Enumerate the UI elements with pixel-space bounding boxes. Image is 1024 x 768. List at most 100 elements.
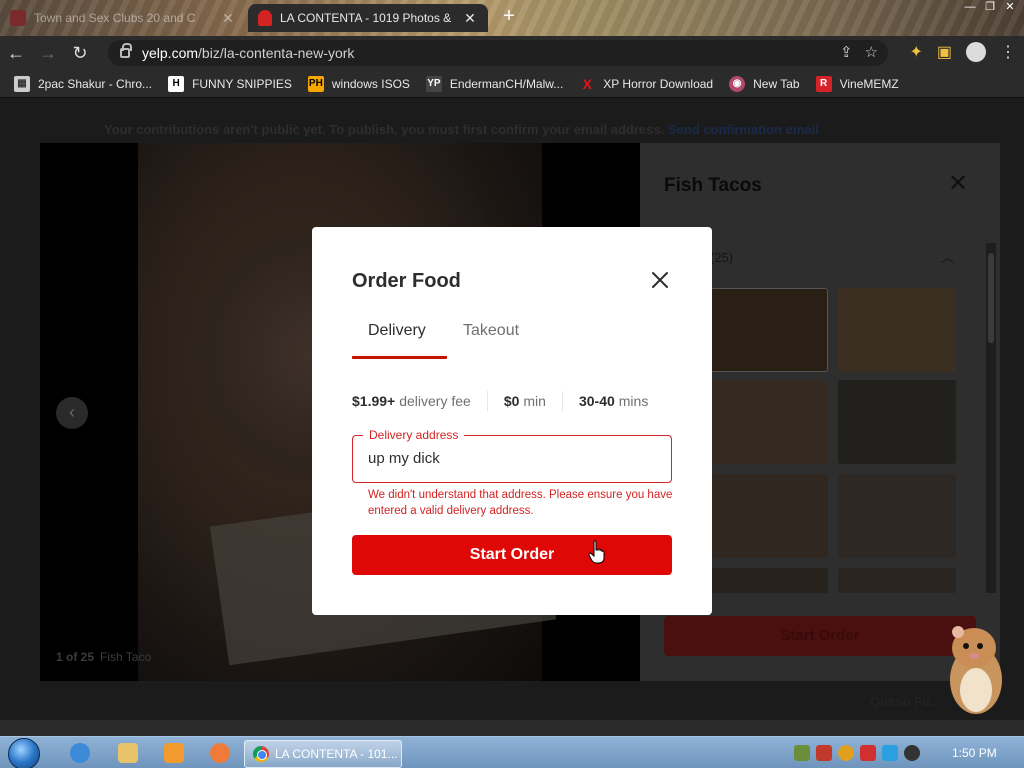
bookmark-label: New Tab xyxy=(753,76,800,91)
photo-counter: 1 of 25 Fish Taco xyxy=(56,650,152,664)
photo-thumbnail[interactable] xyxy=(838,288,956,372)
window-controls: — ❐ ✕ xyxy=(960,0,1020,16)
photo-thumbnail[interactable] xyxy=(710,380,828,464)
photo-count: (25) xyxy=(710,250,734,265)
start-order-button[interactable]: Start Order xyxy=(352,535,672,575)
tray-monitor-icon[interactable] xyxy=(882,745,898,761)
chevron-up-icon[interactable]: ︿ xyxy=(941,247,954,266)
horizontal-scrollbar[interactable] xyxy=(0,720,1024,736)
close-tab-icon[interactable]: ✕ xyxy=(462,10,478,27)
browser-tab-inactive[interactable]: Town and Sex Clubs 20 and C ✕ xyxy=(0,4,246,32)
reload-icon[interactable]: ↻ xyxy=(64,37,96,69)
photo-thumbnail[interactable] xyxy=(710,568,828,593)
share-icon[interactable]: ⇪ xyxy=(840,43,853,61)
omnibox-actions: ⇪ ☆ xyxy=(840,43,878,61)
close-modal-icon[interactable] xyxy=(648,268,672,292)
panel-scrollbar[interactable] xyxy=(986,243,996,593)
bookmark-item[interactable]: X XP Horror Download xyxy=(579,76,714,92)
bookmark-item[interactable]: H FUNNY SNIPPIES xyxy=(168,75,292,92)
bookmark-label: EndermanCH/Malw... xyxy=(449,76,564,91)
tab-delivery[interactable]: Delivery xyxy=(352,319,447,359)
extensions-puzzle-icon[interactable]: ✦ xyxy=(909,42,922,62)
tray-flag-icon[interactable] xyxy=(860,745,876,761)
bookmark-label: windows ISOS xyxy=(331,76,410,91)
taskbar-task-label: LA CONTENTA - 101... xyxy=(275,747,398,761)
url-text: yelp.com/biz/la-contenta-new-york xyxy=(142,45,355,61)
window-close-icon[interactable]: ✕ xyxy=(1000,0,1020,16)
tab-takeout[interactable]: Takeout xyxy=(447,319,535,359)
panel-start-order-button[interactable]: Start Order xyxy=(664,616,976,656)
forward-arrow-icon[interactable]: → xyxy=(32,37,64,69)
delivery-address-label: Delivery address xyxy=(363,428,465,442)
tray-app-icon[interactable] xyxy=(816,745,832,761)
bookmark-star-icon[interactable]: ☆ xyxy=(865,43,878,61)
tray-volume-icon[interactable] xyxy=(904,745,920,761)
thumbnail-grid xyxy=(710,288,960,593)
hamster-sticker-image xyxy=(950,626,1002,714)
delivery-info: $1.99+ delivery fee $0 min 30-40 mins xyxy=(352,391,648,411)
system-clock[interactable]: 1:50 PM xyxy=(952,746,997,760)
close-lightbox-icon[interactable]: ✕ xyxy=(946,172,970,197)
order-type-tabs: Delivery Takeout xyxy=(352,319,535,359)
delivery-address-input[interactable] xyxy=(368,450,658,467)
bookmark-item[interactable]: R VineMEMZ xyxy=(815,75,899,92)
windows-taskbar: LA CONTENTA - 101... 1:50 PM xyxy=(0,736,1024,768)
delivery-time: 30-40 mins xyxy=(578,393,649,409)
bookmark-item[interactable]: ▦ 2pac Shakur - Chro... xyxy=(14,75,153,92)
tab-strip: Town and Sex Clubs 20 and C ✕ LA CONTENT… xyxy=(0,0,1024,36)
photo-thumbnail[interactable] xyxy=(710,474,828,558)
hand-pointer-cursor-icon xyxy=(588,540,605,564)
bookmark-label: 2pac Shakur - Chro... xyxy=(38,76,153,91)
order-minimum: $0 min xyxy=(503,393,546,409)
side-panel-icon[interactable]: ▣ xyxy=(937,42,952,62)
system-tray xyxy=(794,745,920,761)
maximize-icon[interactable]: ❐ xyxy=(980,0,1000,16)
media-player-icon[interactable] xyxy=(164,743,184,763)
email-confirm-banner: Your contributions aren't public yet. To… xyxy=(104,122,819,137)
modal-title: Order Food xyxy=(352,270,461,292)
profile-avatar-icon[interactable] xyxy=(966,42,986,62)
browser-toolbar: ← → ↻ yelp.com/biz/la-contenta-new-york … xyxy=(0,36,1024,70)
back-arrow-icon[interactable]: ← xyxy=(0,37,32,69)
divider xyxy=(486,391,488,411)
bookmark-item[interactable]: PH windows ISOS xyxy=(307,75,410,92)
bookmark-app-icon: ▦ xyxy=(14,75,30,92)
bookmark-label: VineMEMZ xyxy=(839,76,899,91)
divider xyxy=(561,391,563,411)
menu-item-label: Queso Fu... xyxy=(870,694,941,709)
tray-search-icon[interactable] xyxy=(838,745,854,761)
paint-icon[interactable] xyxy=(210,743,230,763)
tray-app-icon[interactable] xyxy=(794,745,810,761)
globe-icon: ◉ xyxy=(729,75,746,92)
tab-title: LA CONTENTA - 1019 Photos & xyxy=(280,11,452,25)
h-logo-icon: H xyxy=(168,75,185,92)
new-tab-plus-icon[interactable]: + xyxy=(498,6,520,28)
photo-thumbnail[interactable] xyxy=(838,474,956,558)
file-explorer-icon[interactable] xyxy=(118,743,138,763)
ph-logo-icon: PH xyxy=(307,75,324,92)
windows-start-icon[interactable] xyxy=(8,738,40,768)
photo-thumbnail[interactable] xyxy=(838,568,956,593)
taskbar-chrome-task[interactable]: LA CONTENTA - 101... xyxy=(244,740,402,768)
delivery-fee: $1.99+ delivery fee xyxy=(352,393,471,409)
photo-thumbnail[interactable] xyxy=(710,288,828,372)
yelp-favicon-icon xyxy=(258,10,272,26)
tab-title: Town and Sex Clubs 20 and C xyxy=(34,11,196,25)
tab-favicon xyxy=(10,10,26,26)
minimize-icon[interactable]: — xyxy=(960,0,980,16)
internet-explorer-icon[interactable] xyxy=(70,743,90,763)
close-tab-icon[interactable]: ✕ xyxy=(220,10,236,27)
address-bar[interactable]: yelp.com/biz/la-contenta-new-york ⇪ ☆ xyxy=(108,40,888,66)
photo-thumbnail[interactable] xyxy=(838,380,956,464)
lock-icon[interactable] xyxy=(120,43,132,58)
bookmark-item[interactable]: ◉ New Tab xyxy=(729,75,800,92)
browser-tab-active[interactable]: LA CONTENTA - 1019 Photos & ✕ xyxy=(248,4,488,32)
previous-photo-icon[interactable]: ‹ xyxy=(56,397,88,429)
delivery-address-field[interactable]: Delivery address xyxy=(352,428,672,483)
order-food-modal: Order Food Delivery Takeout $1.99+ delive… xyxy=(312,227,712,615)
chrome-icon xyxy=(253,746,269,762)
kebab-menu-icon[interactable]: ⋮ xyxy=(1000,42,1016,62)
confirm-email-link[interactable]: Send confirmation email xyxy=(668,122,819,137)
bookmarks-bar: ▦ 2pac Shakur - Chro... H FUNNY SNIPPIES… xyxy=(0,70,1024,98)
bookmark-item[interactable]: YP EndermanCH/Malw... xyxy=(425,75,564,92)
